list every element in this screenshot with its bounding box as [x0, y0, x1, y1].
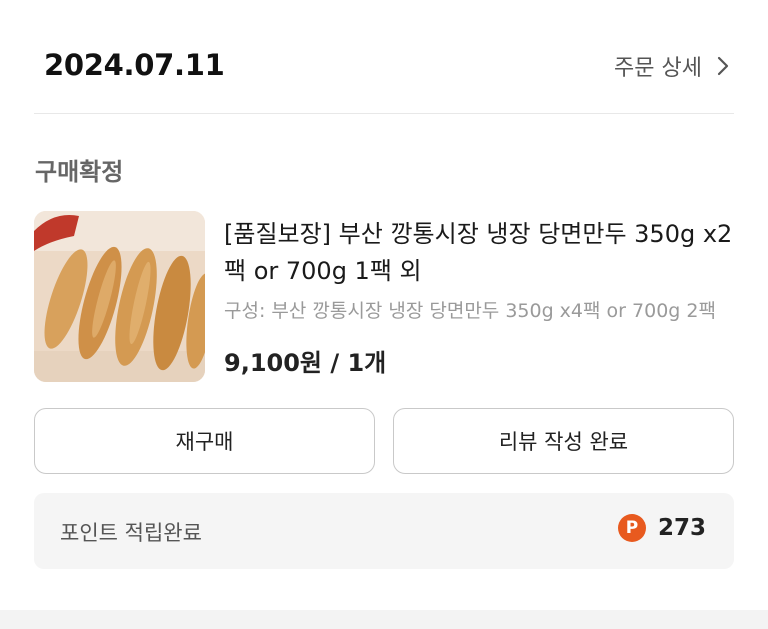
points-box: 포인트 적립완료 P 273: [34, 493, 734, 569]
dumpling-image: [34, 211, 205, 382]
order-status: 구매확정: [35, 158, 124, 186]
points-label: 포인트 적립완료: [60, 521, 202, 545]
order-detail-label: 주문 상세: [614, 56, 702, 81]
order-date: 2024.07.11: [44, 48, 225, 82]
order-detail-link[interactable]: 주문 상세: [614, 50, 730, 82]
points-value: P 273: [617, 514, 706, 542]
point-p-icon: P: [617, 514, 646, 542]
header-divider: [34, 113, 734, 114]
section-separator: [0, 610, 768, 629]
rebuy-button[interactable]: 재구매: [34, 408, 375, 474]
product-title[interactable]: [품질보장] 부산 깡통시장 냉장 당면만두 350g x2팩 or 700g …: [224, 216, 734, 290]
review-complete-button[interactable]: 리뷰 작성 완료: [393, 408, 734, 474]
product-option: 구성: 부산 깡통시장 냉장 당면만두 350g x4팩 or 700g 2팩: [224, 300, 716, 322]
product-thumbnail[interactable]: [34, 211, 205, 382]
order-header: 2024.07.11 주문 상세: [34, 40, 734, 94]
chevron-right-icon: [717, 56, 729, 76]
product-price: 9,100원 / 1개: [224, 349, 387, 377]
points-amount: 273: [657, 515, 706, 541]
